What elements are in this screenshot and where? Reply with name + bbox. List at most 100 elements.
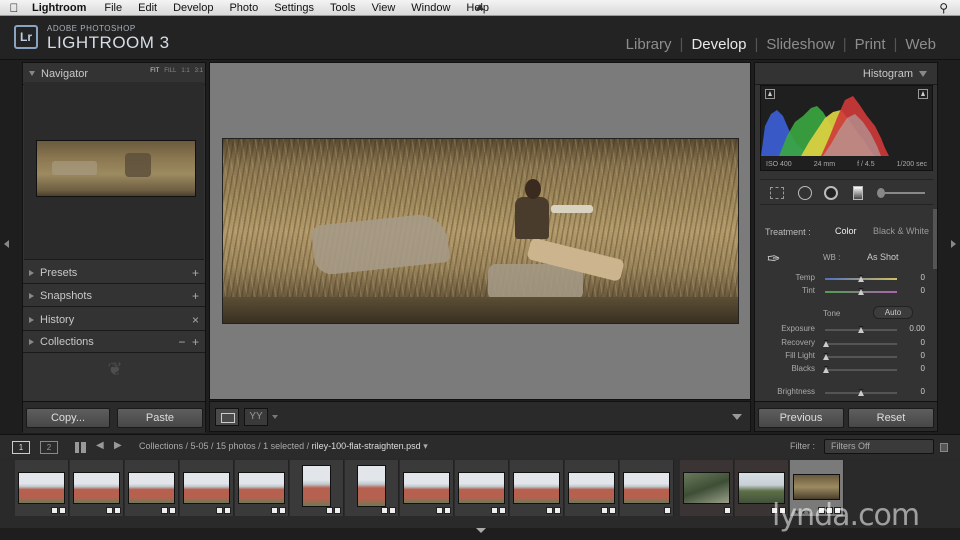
fill-light-slider[interactable]: Fill Light 0 [755,351,937,363]
treatment-bw-option[interactable]: Black & White [873,226,929,236]
presets-header[interactable]: Presets + [23,262,205,284]
exposure-handle[interactable] [858,326,864,333]
menu-develop[interactable]: Develop [165,2,221,14]
navigator-preview[interactable] [24,82,204,260]
filmstrip-cell[interactable] [510,460,564,516]
filmstrip-thumbnail[interactable] [568,472,615,504]
snapshots-header[interactable]: Snapshots + [23,285,205,307]
before-after-button[interactable]: YY [244,408,268,426]
filmstrip-thumbnail[interactable] [623,472,670,504]
shadow-clipping-icon[interactable] [765,89,775,99]
menu-edit[interactable]: Edit [130,2,165,14]
filmstrip-cell[interactable] [125,460,179,516]
filmstrip-thumbnail[interactable] [403,472,450,504]
forward-arrow-icon[interactable]: ▶ [114,440,122,451]
spot-removal-icon[interactable] [798,186,812,200]
add-preset-icon[interactable]: + [192,266,199,280]
filmstrip-cell[interactable] [620,460,674,516]
previous-button[interactable]: Previous [758,408,844,428]
menu-app[interactable]: Lightroom [28,2,96,14]
right-panel-toggle-icon[interactable] [951,240,956,248]
right-panel-scrollbar[interactable] [933,209,937,269]
recovery-handle[interactable] [823,340,829,347]
source-breadcrumb[interactable]: Collections / 5-05 / 15 photos / 1 selec… [139,441,428,452]
left-panel-toggle-icon[interactable] [4,240,9,248]
filter-select[interactable]: Filters Off [824,439,934,454]
module-web[interactable]: Web [897,36,944,53]
filmstrip-thumbnail[interactable] [73,472,120,504]
breadcrumb-dropdown-icon[interactable]: ▾ [423,441,428,451]
filmstrip-cell[interactable] [565,460,619,516]
filmstrip-cell[interactable] [455,460,509,516]
tint-slider[interactable]: Tint 0 [755,286,937,298]
menu-photo[interactable]: Photo [221,2,266,14]
recovery-value[interactable]: 0 [901,338,925,347]
graduated-filter-icon[interactable] [853,186,863,200]
recovery-slider[interactable]: Recovery 0 [755,338,937,350]
adjustment-brush-icon[interactable] [877,188,885,198]
filmstrip-cell[interactable] [235,460,289,516]
temp-handle[interactable] [858,275,864,282]
main-photo[interactable] [222,138,739,324]
filmstrip-thumbnail[interactable] [513,472,560,504]
brightness-slider[interactable]: Brightness 0 [755,387,937,399]
filmstrip-cell[interactable] [400,460,454,516]
second-window-button[interactable]: 2 [40,441,58,454]
collections-add-remove-icons[interactable]: − + [178,335,199,349]
temp-slider[interactable]: Temp 0 [755,273,937,285]
panel-toggle-top-icon[interactable] [476,4,484,10]
breadcrumb-filename[interactable]: riley-100-flat-straighten.psd [312,441,421,451]
auto-tone-button[interactable]: Auto [873,306,913,319]
reset-button[interactable]: Reset [848,408,934,428]
loupe-view-button[interactable] [215,408,239,426]
blacks-value[interactable]: 0 [901,364,925,373]
module-slideshow[interactable]: Slideshow [758,36,842,53]
red-eye-icon[interactable] [824,186,838,200]
clear-history-icon[interactable]: × [192,313,199,327]
zoom-fill[interactable]: FILL [164,68,176,74]
filmstrip-thumbnail[interactable] [128,472,175,504]
add-snapshot-icon[interactable]: + [192,289,199,303]
menu-tools[interactable]: Tools [322,2,364,14]
filmstrip-cell[interactable] [70,460,124,516]
menu-file[interactable]: File [96,2,130,14]
collections-header[interactable]: Collections − + [23,331,205,353]
filmstrip-thumbnail[interactable] [357,465,386,507]
filmstrip-cell[interactable] [680,460,734,516]
exposure-value[interactable]: 0.00 [901,324,925,333]
copy-button[interactable]: Copy... [26,408,110,428]
filter-lock-icon[interactable] [940,443,948,452]
filmstrip-thumbnail[interactable] [302,465,331,507]
filmstrip-thumbnail[interactable] [793,474,840,500]
zoom-3-1[interactable]: 3:1 [195,68,203,74]
fill-light-value[interactable]: 0 [901,351,925,360]
module-library[interactable]: Library [618,36,680,53]
filmstrip-cell[interactable] [15,460,69,516]
history-header[interactable]: History × [23,309,205,331]
histogram[interactable]: ISO 400 24 mm f / 4.5 1/200 sec [760,85,933,171]
blacks-slider[interactable]: Blacks 0 [755,364,937,376]
grid-view-icon[interactable] [75,442,86,453]
zoom-1-1[interactable]: 1:1 [181,68,189,74]
filmstrip-toggle-icon[interactable] [476,528,486,533]
blacks-handle[interactable] [823,366,829,373]
apple-icon[interactable]:  [0,1,28,15]
back-arrow-icon[interactable]: ◀ [96,440,104,451]
filmstrip-cell[interactable] [345,460,399,516]
filmstrip-thumbnail[interactable] [683,472,730,504]
wb-eyedropper-icon[interactable]: ✑ [767,249,781,271]
wb-select[interactable]: As Shot [867,252,899,262]
before-after-dropdown-icon[interactable] [272,415,278,419]
highlight-clipping-icon[interactable] [918,89,928,99]
module-develop[interactable]: Develop [683,36,754,53]
filmstrip-thumbnail[interactable] [18,472,65,504]
brightness-value[interactable]: 0 [901,387,925,396]
spotlight-search-icon[interactable]: ⚲ [939,1,948,15]
menu-view[interactable]: View [364,2,404,14]
zoom-fit[interactable]: FIT [150,68,159,74]
brightness-handle[interactable] [858,389,864,396]
tint-value[interactable]: 0 [901,286,925,295]
filmstrip-cell[interactable] [180,460,234,516]
main-window-button[interactable]: 1 [12,441,30,454]
filmstrip-thumbnail[interactable] [458,472,505,504]
